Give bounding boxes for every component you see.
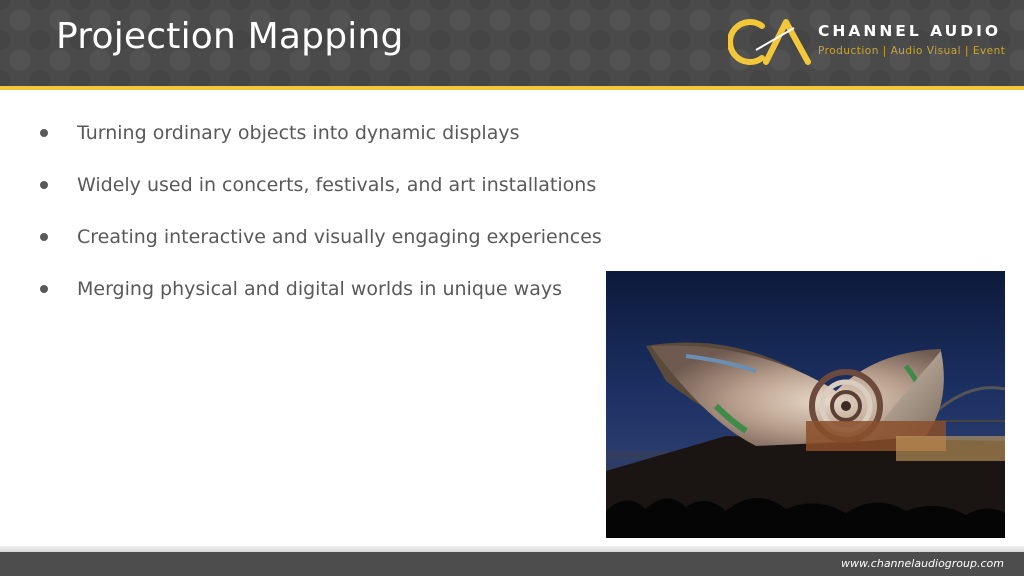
bullet-dot-icon	[40, 285, 48, 293]
logo-brand-name: CHANNEL AUDIO	[818, 22, 1002, 40]
slide-footer: www.channelaudiogroup.com	[0, 552, 1024, 576]
projection-mapping-photo	[606, 271, 1005, 538]
bullet-dot-icon	[40, 233, 48, 241]
opera-house-illustration	[606, 342, 1005, 538]
bullet-dot-icon	[40, 129, 48, 137]
channel-audio-logo: CHANNEL AUDIO Production | Audio Visual …	[728, 16, 1008, 68]
bullet-dot-icon	[40, 181, 48, 189]
bullet-text: Creating interactive and visually engagi…	[77, 226, 602, 248]
logo-tagline: Production | Audio Visual | Event	[818, 45, 1006, 57]
header-accent-rule	[0, 86, 1024, 90]
bullet-item: Merging physical and digital worlds in u…	[36, 274, 602, 326]
bullet-list: Turning ordinary objects into dynamic di…	[36, 118, 602, 326]
bullet-text: Turning ordinary objects into dynamic di…	[77, 122, 520, 144]
bullet-text: Merging physical and digital worlds in u…	[77, 278, 562, 300]
ca-logo-mark-icon	[728, 19, 811, 65]
bullet-text: Widely used in concerts, festivals, and …	[77, 174, 597, 196]
bullet-item: Widely used in concerts, festivals, and …	[36, 170, 602, 222]
footer-website-url: www.channelaudiogroup.com	[841, 557, 1004, 570]
slide-title: Projection Mapping	[56, 16, 404, 57]
bullet-item: Turning ordinary objects into dynamic di…	[36, 118, 602, 170]
bullet-item: Creating interactive and visually engagi…	[36, 222, 602, 274]
